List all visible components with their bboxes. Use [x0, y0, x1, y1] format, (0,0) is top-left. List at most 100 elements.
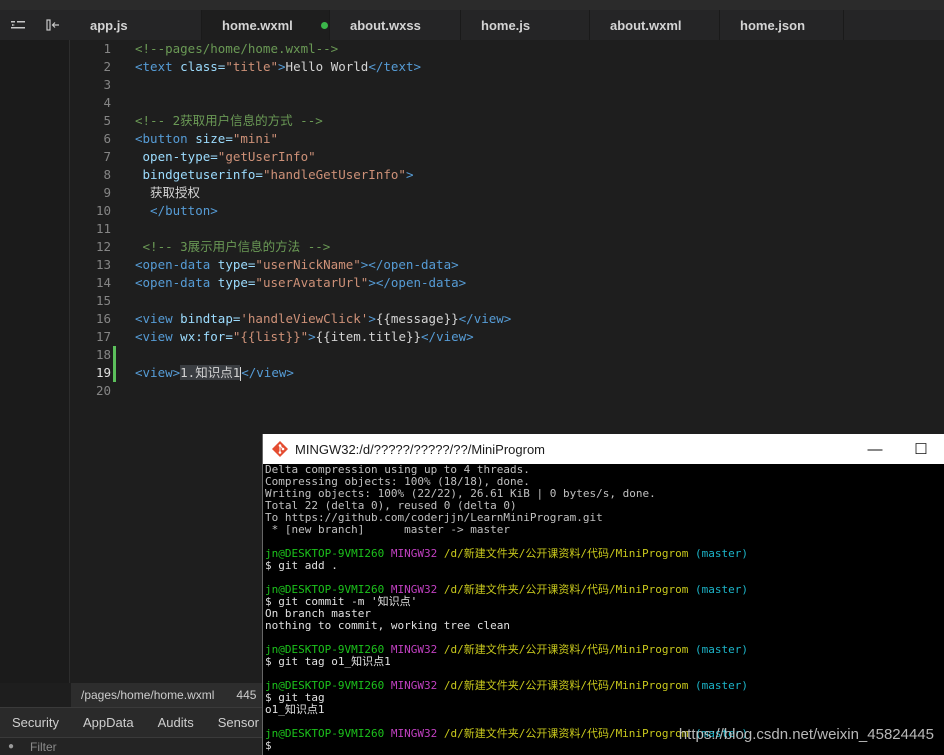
- file-tree-panel: [0, 40, 70, 683]
- prompt-branch: (master): [695, 643, 749, 656]
- line-number: 12: [95, 239, 111, 254]
- line-number: 15: [95, 293, 111, 308]
- value: 'handleViewClick': [240, 311, 369, 326]
- minimize-button[interactable]: —: [852, 434, 898, 464]
- code-line-10: </button>: [135, 202, 511, 220]
- comment: <!-- 2获取用户信息的方式 -->: [135, 113, 323, 128]
- text: {{message}}: [375, 311, 459, 326]
- attr: type=: [210, 275, 256, 290]
- comment: <!--pages/home/home.wxml-->: [135, 41, 339, 56]
- tab-home-wxml[interactable]: home.wxml: [202, 10, 330, 40]
- line-number: 10: [95, 203, 111, 218]
- maximize-button[interactable]: ☐: [898, 434, 944, 464]
- code-line-5: <!-- 2获取用户信息的方式 -->: [135, 112, 511, 130]
- value: "getUserInfo": [217, 149, 316, 164]
- tag: >: [278, 59, 286, 74]
- line-number: 18: [95, 347, 111, 362]
- line-number: 5: [103, 113, 111, 128]
- line-number: 2: [103, 59, 111, 74]
- prompt-path: /d/新建文件夹/公开课资料/代码/MiniProgrom: [443, 643, 689, 656]
- attr: bindtap=: [172, 311, 241, 326]
- prompt-env: MINGW32: [390, 643, 438, 656]
- tab-label: home.wxml: [222, 17, 293, 33]
- line-number: 17: [95, 329, 111, 344]
- tab-label: home.json: [740, 17, 806, 33]
- code-line-17: <view wx:for="{{list}}">{{item.title}}</…: [135, 328, 511, 346]
- attr: type=: [210, 257, 256, 272]
- line-number: 16: [95, 311, 111, 326]
- tab-home-js[interactable]: home.js: [461, 10, 590, 40]
- terminal-prompt: jn@DESKTOP-9VMI260 MINGW32 /d/新建文件夹/公开课资…: [265, 548, 944, 560]
- terminal-command: $ git add .: [265, 559, 338, 572]
- code-line-1: <!--pages/home/home.wxml-->: [135, 40, 511, 58]
- line-number: 9: [103, 185, 111, 200]
- code-line-16: <view bindtap='handleViewClick'>{{messag…: [135, 310, 511, 328]
- code-line-9: 获取授权: [135, 184, 511, 202]
- line-number: 4: [103, 95, 111, 110]
- tab-about-wxss[interactable]: about.wxss: [330, 10, 461, 40]
- tag: ></open-data>: [368, 275, 467, 290]
- tag: >: [308, 329, 316, 344]
- tab-about-wxml[interactable]: about.wxml: [590, 10, 720, 40]
- file-path: /pages/home/home.wxml: [81, 688, 215, 702]
- tab-label: about.wxss: [350, 17, 421, 33]
- code-line-14: <open-data type="userAvatarUrl"></open-d…: [135, 274, 511, 292]
- file-size: 445: [236, 688, 257, 702]
- prompt-env: MINGW32: [390, 679, 438, 692]
- tag: </view>: [458, 311, 512, 326]
- value: "handleGetUserInfo": [262, 167, 406, 182]
- tab-appdata[interactable]: AppData: [71, 715, 146, 730]
- tab-audits[interactable]: Audits: [146, 715, 206, 730]
- tag: </text>: [368, 59, 422, 74]
- code-line-13: <open-data type="userNickName"></open-da…: [135, 256, 511, 274]
- tag: <view>: [135, 365, 181, 380]
- code-line-2: <text class="title">Hello World</text>: [135, 58, 511, 76]
- tag: <view: [135, 311, 173, 326]
- terminal-output[interactable]: Delta compression using up to 4 threads.…: [263, 464, 944, 752]
- code-lines[interactable]: <!--pages/home/home.wxml--> <text class=…: [135, 40, 511, 400]
- prompt-branch: (master): [695, 679, 749, 692]
- terminal-line: o1_知识点1: [265, 703, 325, 716]
- tag: <open-data: [135, 275, 211, 290]
- line-number-current: 19: [95, 365, 111, 380]
- unsaved-dot-icon: [320, 21, 328, 29]
- tag: <button: [135, 131, 188, 146]
- terminal-command: $ git tag o1_知识点1: [265, 655, 391, 668]
- tab-home-json[interactable]: home.json: [720, 10, 844, 40]
- tag: </view>: [421, 329, 474, 344]
- tag: >: [368, 311, 376, 326]
- split-collapse-icon[interactable]: [35, 10, 70, 40]
- tab-label: home.js: [481, 17, 531, 33]
- line-number: 6: [103, 131, 111, 146]
- line-number: 3: [103, 77, 111, 92]
- watermark: https://blog.csdn.net/weixin_45824445: [678, 726, 934, 743]
- attr: wx:for=: [172, 329, 233, 344]
- tab-label: app.js: [90, 17, 128, 33]
- prompt-path: /d/新建文件夹/公开课资料/代码/MiniProgrom: [443, 547, 689, 560]
- tag: ></open-data>: [360, 257, 459, 272]
- eye-icon[interactable]: ●: [0, 741, 22, 752]
- terminal-line: * [new branch] master -> master: [265, 523, 511, 536]
- list-indent-icon[interactable]: [0, 10, 35, 40]
- terminal-title-bar[interactable]: MINGW32:/d/?????/?????/??/MiniProgrom — …: [263, 434, 944, 464]
- tag: </button>: [135, 203, 218, 218]
- tab-app-js[interactable]: app.js: [70, 10, 202, 40]
- git-bash-window[interactable]: MINGW32:/d/?????/?????/??/MiniProgrom — …: [262, 434, 944, 755]
- terminal-command: $ git tag: [265, 691, 325, 704]
- value: "title": [225, 59, 279, 74]
- prompt-user: jn@DESKTOP-9VMI260: [265, 727, 385, 740]
- line-number: 8: [103, 167, 111, 182]
- line-number: 13: [95, 257, 111, 272]
- value: "mini": [232, 131, 278, 146]
- line-number: 1: [103, 41, 111, 56]
- tab-security[interactable]: Security: [0, 715, 71, 730]
- prompt-branch: (master): [695, 583, 749, 596]
- prompt-env: MINGW32: [390, 727, 438, 740]
- tag: </view>: [241, 365, 294, 380]
- tab-label: about.wxml: [610, 17, 682, 33]
- filter-input[interactable]: Filter: [22, 740, 57, 754]
